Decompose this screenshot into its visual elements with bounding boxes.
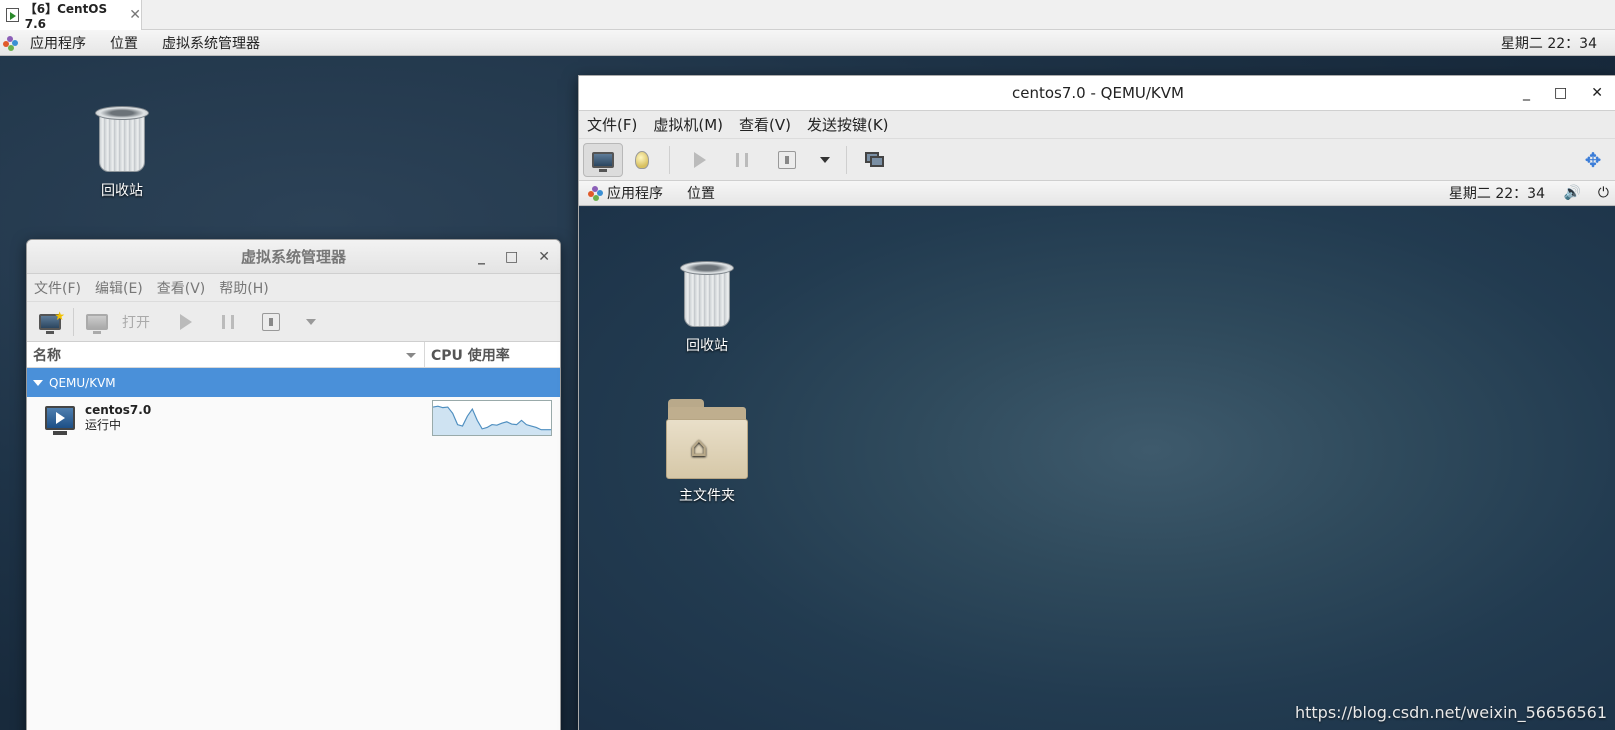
home-label: 主文件夹: [679, 488, 735, 504]
shutdown-menu-button[interactable]: [300, 305, 322, 339]
open-button[interactable]: 打开: [80, 305, 156, 339]
column-cpu-label: CPU 使用率: [431, 347, 510, 364]
expand-icon[interactable]: [33, 379, 43, 386]
menu-help[interactable]: 帮助(H): [212, 278, 275, 298]
power-icon[interactable]: ⏻: [1598, 185, 1609, 201]
shutdown-button[interactable]: [256, 305, 286, 339]
menu-send-key[interactable]: 发送按键(K): [799, 114, 897, 135]
shutdown-icon: [778, 150, 796, 169]
window-title: 虚拟系统管理器: [240, 248, 346, 266]
host-tab-centos[interactable]: 【6】CentOS 7.6 ✕: [0, 0, 142, 31]
vm-running-icon: [45, 406, 75, 435]
minimize-icon[interactable]: _: [1523, 85, 1530, 101]
volume-icon[interactable]: 🔊: [1564, 185, 1581, 201]
menu-file[interactable]: 文件(F): [27, 278, 88, 298]
vm-status: 运行中: [85, 418, 122, 432]
menu-edit[interactable]: 编辑(E): [88, 278, 150, 298]
play-icon: [694, 151, 706, 168]
vm-list-item[interactable]: centos7.0 运行中: [27, 397, 560, 439]
menu-virt-manager[interactable]: 虚拟系统管理器: [150, 33, 272, 53]
console-button[interactable]: [583, 142, 623, 177]
lightbulb-icon: [635, 150, 649, 169]
column-cpu[interactable]: CPU 使用率: [425, 342, 510, 367]
open-label: 打开: [122, 314, 150, 331]
menu-view[interactable]: 查看(V): [731, 114, 799, 135]
shutdown-menu-button[interactable]: [814, 143, 836, 177]
virt-manager-window: 虚拟系统管理器 _ □ ✕ 文件(F) 编辑(E) 查看(V) 帮助(H) ★ …: [26, 239, 561, 730]
column-name-label: 名称: [33, 347, 61, 364]
menu-view[interactable]: 查看(V): [150, 278, 213, 298]
clock[interactable]: 星期二 22：34: [1501, 33, 1597, 53]
menu-applications[interactable]: 应用程序: [18, 33, 98, 53]
pause-button[interactable]: [730, 143, 754, 177]
host-tab-label: 【6】CentOS 7.6: [24, 1, 108, 31]
shutdown-button[interactable]: [772, 143, 802, 177]
close-icon[interactable]: ✕: [129, 7, 141, 23]
menu-places[interactable]: 位置: [98, 33, 150, 53]
desktop-trash[interactable]: 回收站: [84, 104, 160, 200]
virt-manager-toolbar: ★ 打开: [27, 302, 560, 342]
snapshots-button[interactable]: [859, 143, 891, 177]
guest-desktop: 回收站 ⌂ 主文件夹: [579, 207, 1615, 730]
pause-icon: [736, 152, 748, 167]
applications-icon: [587, 185, 603, 201]
virt-manager-menubar: 文件(F) 编辑(E) 查看(V) 帮助(H): [27, 274, 560, 302]
maximize-icon[interactable]: □: [505, 249, 518, 265]
close-icon[interactable]: ✕: [1591, 85, 1603, 101]
qemu-titlebar[interactable]: centos7.0 - QEMU/KVM _ □ ✕: [579, 76, 1615, 111]
close-icon[interactable]: ✕: [538, 249, 550, 265]
qemu-console-window: centos7.0 - QEMU/KVM _ □ ✕ 文件(F) 虚拟机(M) …: [578, 75, 1615, 730]
trash-label: 回收站: [686, 338, 728, 354]
console-monitor-icon: [592, 151, 614, 172]
gnome-top-bar: 应用程序 位置 虚拟系统管理器 星期二 22：34: [0, 30, 1615, 56]
virt-manager-titlebar[interactable]: 虚拟系统管理器 _ □ ✕: [27, 240, 560, 274]
run-button[interactable]: [174, 305, 198, 339]
new-vm-button[interactable]: ★: [33, 305, 67, 339]
pause-icon: [222, 314, 234, 329]
applications-icon: [2, 35, 18, 51]
guest-top-bar: 应用程序 位置 星期二 22：34 🔊 ⏻: [579, 181, 1615, 206]
qemu-toolbar: ✥: [579, 139, 1615, 181]
guest-clock[interactable]: 星期二 22：34: [1449, 183, 1545, 203]
maximize-icon[interactable]: □: [1554, 85, 1567, 101]
vm-tab-icon: [6, 8, 19, 22]
guest-desktop-home[interactable]: ⌂ 主文件夹: [657, 399, 757, 505]
minimize-icon[interactable]: _: [478, 249, 485, 265]
cpu-usage-graph: [432, 400, 552, 436]
window-title: centos7.0 - QEMU/KVM: [1012, 84, 1184, 102]
run-button[interactable]: [688, 143, 712, 177]
vm-name: centos7.0: [85, 403, 152, 417]
new-vm-icon: ★: [39, 309, 65, 334]
guest-menu-places[interactable]: 位置: [673, 183, 725, 203]
chevron-down-icon: [306, 318, 316, 325]
menu-vm[interactable]: 虚拟机(M): [645, 114, 731, 135]
list-header: 名称 CPU 使用率: [27, 342, 560, 368]
qemu-menubar: 文件(F) 虚拟机(M) 查看(V) 发送按键(K): [579, 111, 1615, 139]
guest-menu-applications[interactable]: 应用程序: [603, 183, 673, 203]
sort-arrow-icon: [406, 353, 416, 358]
host-tab-bar: 【6】CentOS 7.6 ✕: [0, 0, 1615, 31]
shutdown-icon: [262, 312, 280, 331]
trash-icon: [678, 259, 736, 329]
trash-label: 回收站: [101, 183, 143, 199]
trash-icon: [93, 104, 151, 174]
chevron-down-icon: [820, 156, 830, 163]
column-name[interactable]: 名称: [27, 342, 425, 367]
monitor-icon: [86, 313, 108, 334]
guest-desktop-trash[interactable]: 回收站: [669, 259, 745, 355]
screens-icon: [865, 151, 885, 168]
fullscreen-icon[interactable]: ✥: [1583, 150, 1603, 170]
menu-file[interactable]: 文件(F): [579, 114, 645, 135]
play-icon: [180, 313, 192, 330]
connection-label: QEMU/KVM: [49, 375, 116, 390]
pause-button[interactable]: [216, 305, 240, 339]
details-button[interactable]: [629, 143, 655, 177]
connection-row[interactable]: QEMU/KVM: [27, 368, 560, 397]
watermark: https://blog.csdn.net/weixin_56656561: [1294, 703, 1607, 722]
home-folder-icon: ⌂: [666, 399, 748, 479]
